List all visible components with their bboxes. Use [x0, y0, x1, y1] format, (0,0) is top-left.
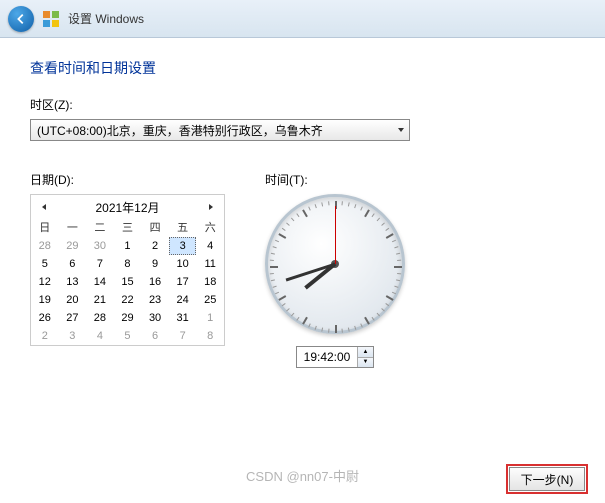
calendar-day[interactable]: 19 [31, 291, 59, 309]
windows-icon [42, 10, 60, 28]
calendar-prev-button[interactable] [37, 200, 51, 214]
calendar-day[interactable]: 7 [169, 327, 197, 345]
analog-clock [265, 194, 405, 334]
calendar-dow: 五 [169, 219, 197, 237]
calendar-day[interactable]: 18 [196, 273, 224, 291]
calendar: 2021年12月 日一二三四五六 28293012345678910111213… [30, 194, 225, 346]
calendar-day[interactable]: 31 [169, 309, 197, 327]
date-label: 日期(D): [30, 171, 225, 188]
timezone-value: (UTC+08:00)北京，重庆，香港特别行政区，乌鲁木齐 [37, 122, 323, 139]
chevron-left-icon [40, 203, 48, 211]
chevron-down-icon [397, 126, 405, 134]
calendar-day[interactable]: 25 [196, 291, 224, 309]
calendar-day[interactable]: 26 [31, 309, 59, 327]
calendar-day[interactable]: 23 [141, 291, 169, 309]
calendar-day[interactable]: 2 [141, 237, 169, 255]
calendar-dow: 六 [196, 219, 224, 237]
calendar-day[interactable]: 9 [141, 255, 169, 273]
calendar-day[interactable]: 24 [169, 291, 197, 309]
time-spinner[interactable]: ▲ ▼ [296, 346, 374, 368]
calendar-day[interactable]: 28 [31, 237, 59, 255]
calendar-day[interactable]: 5 [114, 327, 142, 345]
watermark: CSDN @nn07-中尉 [246, 466, 359, 485]
calendar-dow: 三 [114, 219, 142, 237]
calendar-day[interactable]: 1 [114, 237, 142, 255]
calendar-day[interactable]: 10 [169, 255, 197, 273]
calendar-title: 2021年12月 [95, 199, 159, 216]
time-up-button[interactable]: ▲ [358, 347, 373, 358]
calendar-day[interactable]: 21 [86, 291, 114, 309]
page-heading: 查看时间和日期设置 [30, 58, 575, 78]
calendar-day[interactable]: 2 [31, 327, 59, 345]
back-button[interactable] [8, 6, 34, 32]
calendar-day[interactable]: 15 [114, 273, 142, 291]
calendar-day[interactable]: 6 [141, 327, 169, 345]
calendar-day[interactable]: 30 [86, 237, 114, 255]
calendar-day[interactable]: 13 [59, 273, 87, 291]
calendar-day[interactable]: 3 [59, 327, 87, 345]
chevron-right-icon [207, 203, 215, 211]
calendar-day[interactable]: 3 [169, 237, 197, 255]
window-title: 设置 Windows [68, 10, 144, 27]
time-input[interactable] [297, 347, 357, 367]
calendar-day[interactable]: 8 [114, 255, 142, 273]
calendar-dow: 四 [141, 219, 169, 237]
calendar-day[interactable]: 29 [114, 309, 142, 327]
calendar-day[interactable]: 7 [86, 255, 114, 273]
calendar-next-button[interactable] [204, 200, 218, 214]
calendar-dow: 二 [86, 219, 114, 237]
calendar-day[interactable]: 6 [59, 255, 87, 273]
calendar-day[interactable]: 12 [31, 273, 59, 291]
clock-sec-hand [335, 206, 336, 264]
calendar-day[interactable]: 28 [86, 309, 114, 327]
calendar-day[interactable]: 17 [169, 273, 197, 291]
time-down-button[interactable]: ▼ [358, 358, 373, 368]
timezone-label: 时区(Z): [30, 96, 575, 113]
calendar-day[interactable]: 14 [86, 273, 114, 291]
calendar-dow: 一 [59, 219, 87, 237]
calendar-day[interactable]: 4 [196, 237, 224, 255]
calendar-day[interactable]: 27 [59, 309, 87, 327]
next-button[interactable]: 下一步(N) [509, 467, 585, 491]
calendar-day[interactable]: 5 [31, 255, 59, 273]
calendar-day[interactable]: 22 [114, 291, 142, 309]
calendar-day[interactable]: 11 [196, 255, 224, 273]
arrow-left-icon [14, 12, 28, 26]
calendar-day[interactable]: 1 [196, 309, 224, 327]
calendar-day[interactable]: 30 [141, 309, 169, 327]
calendar-dow: 日 [31, 219, 59, 237]
calendar-day[interactable]: 8 [196, 327, 224, 345]
calendar-day[interactable]: 20 [59, 291, 87, 309]
calendar-day[interactable]: 4 [86, 327, 114, 345]
calendar-day[interactable]: 29 [59, 237, 87, 255]
calendar-day[interactable]: 16 [141, 273, 169, 291]
timezone-dropdown[interactable]: (UTC+08:00)北京，重庆，香港特别行政区，乌鲁木齐 [30, 119, 410, 141]
time-label: 时间(T): [265, 171, 405, 188]
